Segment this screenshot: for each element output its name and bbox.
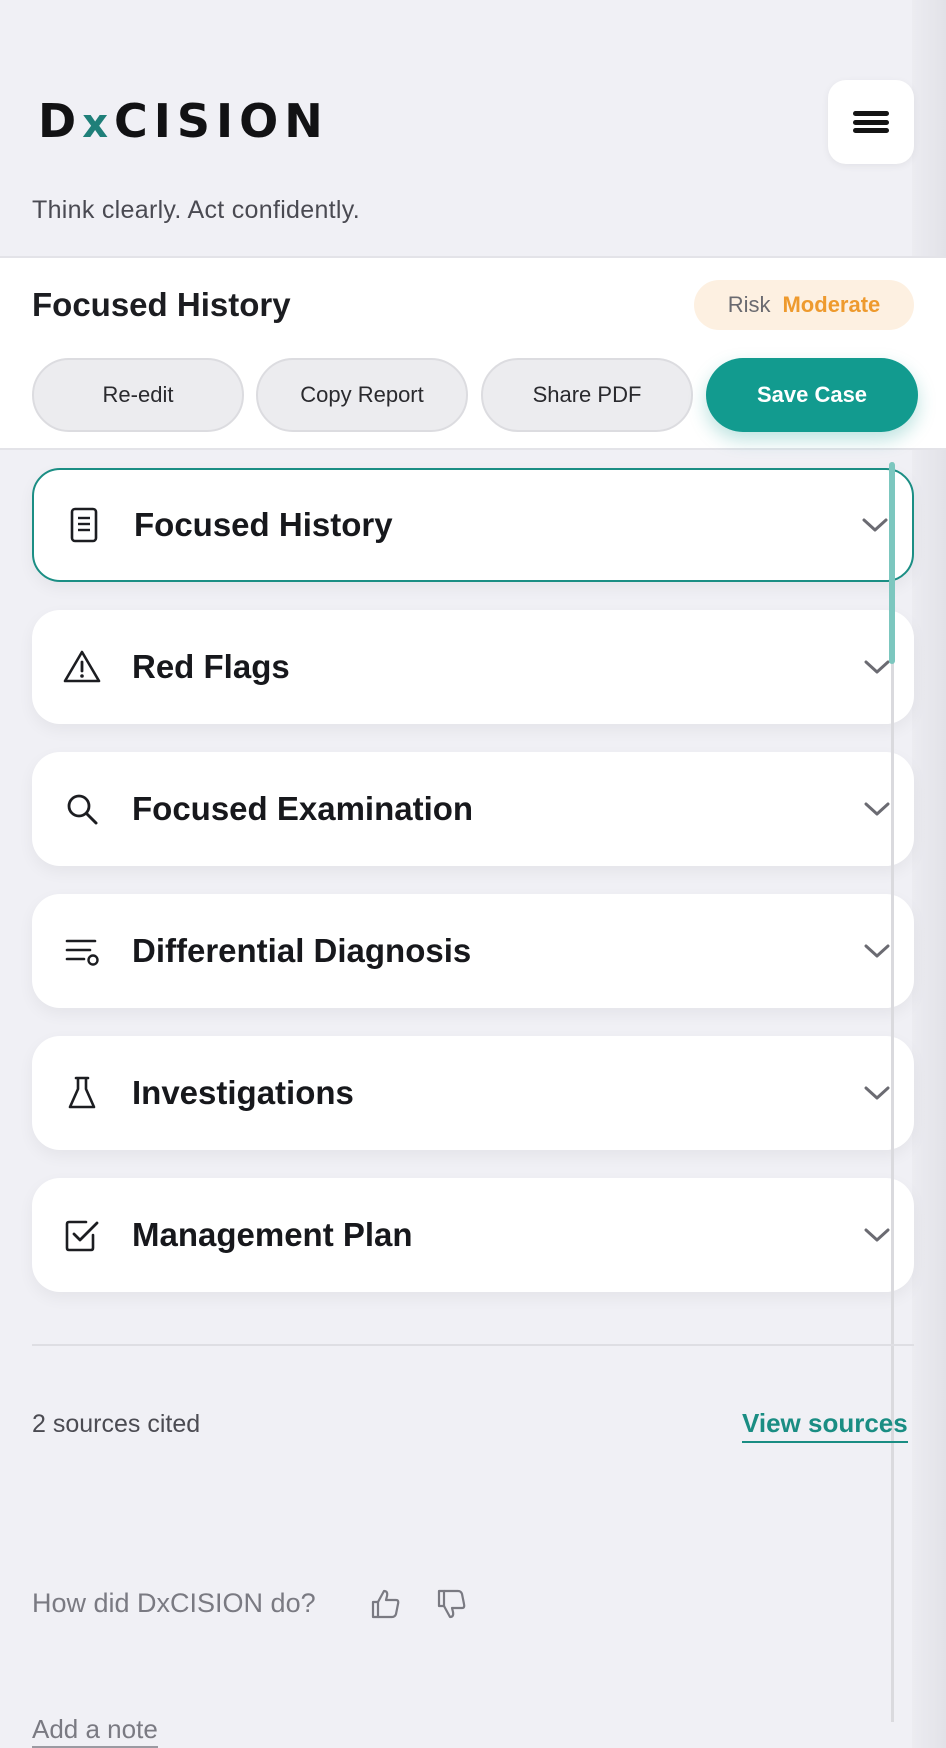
sources-count: 2 sources cited: [32, 1410, 201, 1438]
reedit-button[interactable]: Re-edit: [32, 358, 244, 432]
app-page: DxCISION Think clearly. Act confidently.…: [0, 0, 946, 1748]
section-label: Management Plan: [132, 1216, 413, 1253]
section-label: Differential Diagnosis: [132, 932, 472, 969]
hamburger-menu-icon: [853, 111, 889, 133]
thumbs-up-icon[interactable]: [368, 1586, 404, 1622]
risk-value: Moderate: [782, 292, 881, 317]
divider: [32, 1344, 914, 1346]
document-icon: [70, 507, 98, 543]
thumbs-down-icon[interactable]: [434, 1586, 470, 1622]
tagline: Think clearly. Act confidently.: [32, 196, 360, 224]
section-label: Investigations: [132, 1074, 354, 1111]
flask-icon: [68, 1076, 96, 1109]
checkbox-icon: [65, 1220, 99, 1252]
logo-x: x: [82, 101, 114, 147]
save-case-button[interactable]: Save Case: [706, 358, 918, 432]
section-differential-diagnosis[interactable]: Differential Diagnosis: [32, 894, 914, 1008]
view-sources-link[interactable]: View sources: [742, 1408, 908, 1443]
section-focused-examination[interactable]: Focused Examination: [32, 752, 914, 866]
scrollbar-thumb[interactable]: [889, 462, 895, 664]
section-label: Red Flags: [132, 648, 290, 685]
warning-icon: [63, 650, 101, 683]
chevron-down-icon: [864, 944, 890, 958]
logo-cision: CISION: [114, 94, 329, 148]
section-focused-history[interactable]: Focused History: [32, 468, 914, 582]
section-label: Focused Examination: [132, 790, 474, 827]
feedback-question: How did DxCISION do?: [32, 1588, 316, 1618]
app-logo: DxCISION: [38, 96, 329, 149]
panel-title: Focused History: [32, 286, 291, 323]
section-management-plan[interactable]: Management Plan: [32, 1178, 914, 1292]
section-investigations[interactable]: Investigations: [32, 1036, 914, 1150]
add-note-link[interactable]: Add a note: [32, 1714, 158, 1748]
search-icon: [67, 794, 98, 825]
summary-panel: Focused History Risk Moderate Re-edit Co…: [0, 256, 946, 450]
chevron-down-icon: [864, 802, 890, 816]
chevron-down-icon: [864, 660, 890, 674]
share-pdf-button[interactable]: Share PDF: [481, 358, 693, 432]
chevron-down-icon: [864, 1228, 890, 1242]
risk-label: Risk: [727, 292, 771, 317]
copy-report-button[interactable]: Copy Report: [256, 358, 468, 432]
menu-button[interactable]: [828, 80, 914, 164]
chevron-down-icon: [864, 1086, 890, 1100]
section-red-flags[interactable]: Red Flags: [32, 610, 914, 724]
list-icon: [65, 939, 99, 966]
chevron-down-icon: [862, 518, 888, 532]
section-label: Focused History: [134, 506, 393, 543]
risk-badge: Risk Moderate: [694, 280, 914, 330]
logo-d: D: [38, 94, 83, 148]
